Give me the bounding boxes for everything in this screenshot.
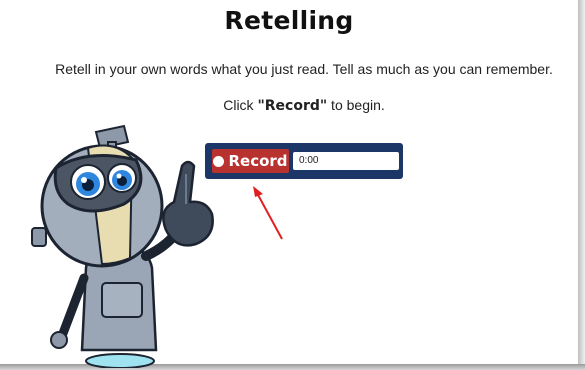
- robot-mascot: [31, 124, 214, 368]
- pointer-arrow-icon: [253, 186, 283, 240]
- start-prompt-suffix: to begin.: [327, 97, 385, 113]
- start-prompt-prefix: Click: [223, 97, 258, 113]
- instruction-text: Retell in your own words what you just r…: [55, 61, 553, 77]
- start-prompt-keyword: "Record": [257, 98, 328, 114]
- record-button-label: Record: [228, 152, 288, 170]
- audio-recorder: Record 0:00: [205, 143, 403, 179]
- record-button[interactable]: Record: [212, 149, 289, 173]
- recording-timer: 0:00: [293, 152, 399, 170]
- scrollbar-edge: [578, 0, 585, 370]
- start-prompt: Click "Record" to begin.: [0, 97, 585, 114]
- page-title: Retelling: [224, 6, 354, 35]
